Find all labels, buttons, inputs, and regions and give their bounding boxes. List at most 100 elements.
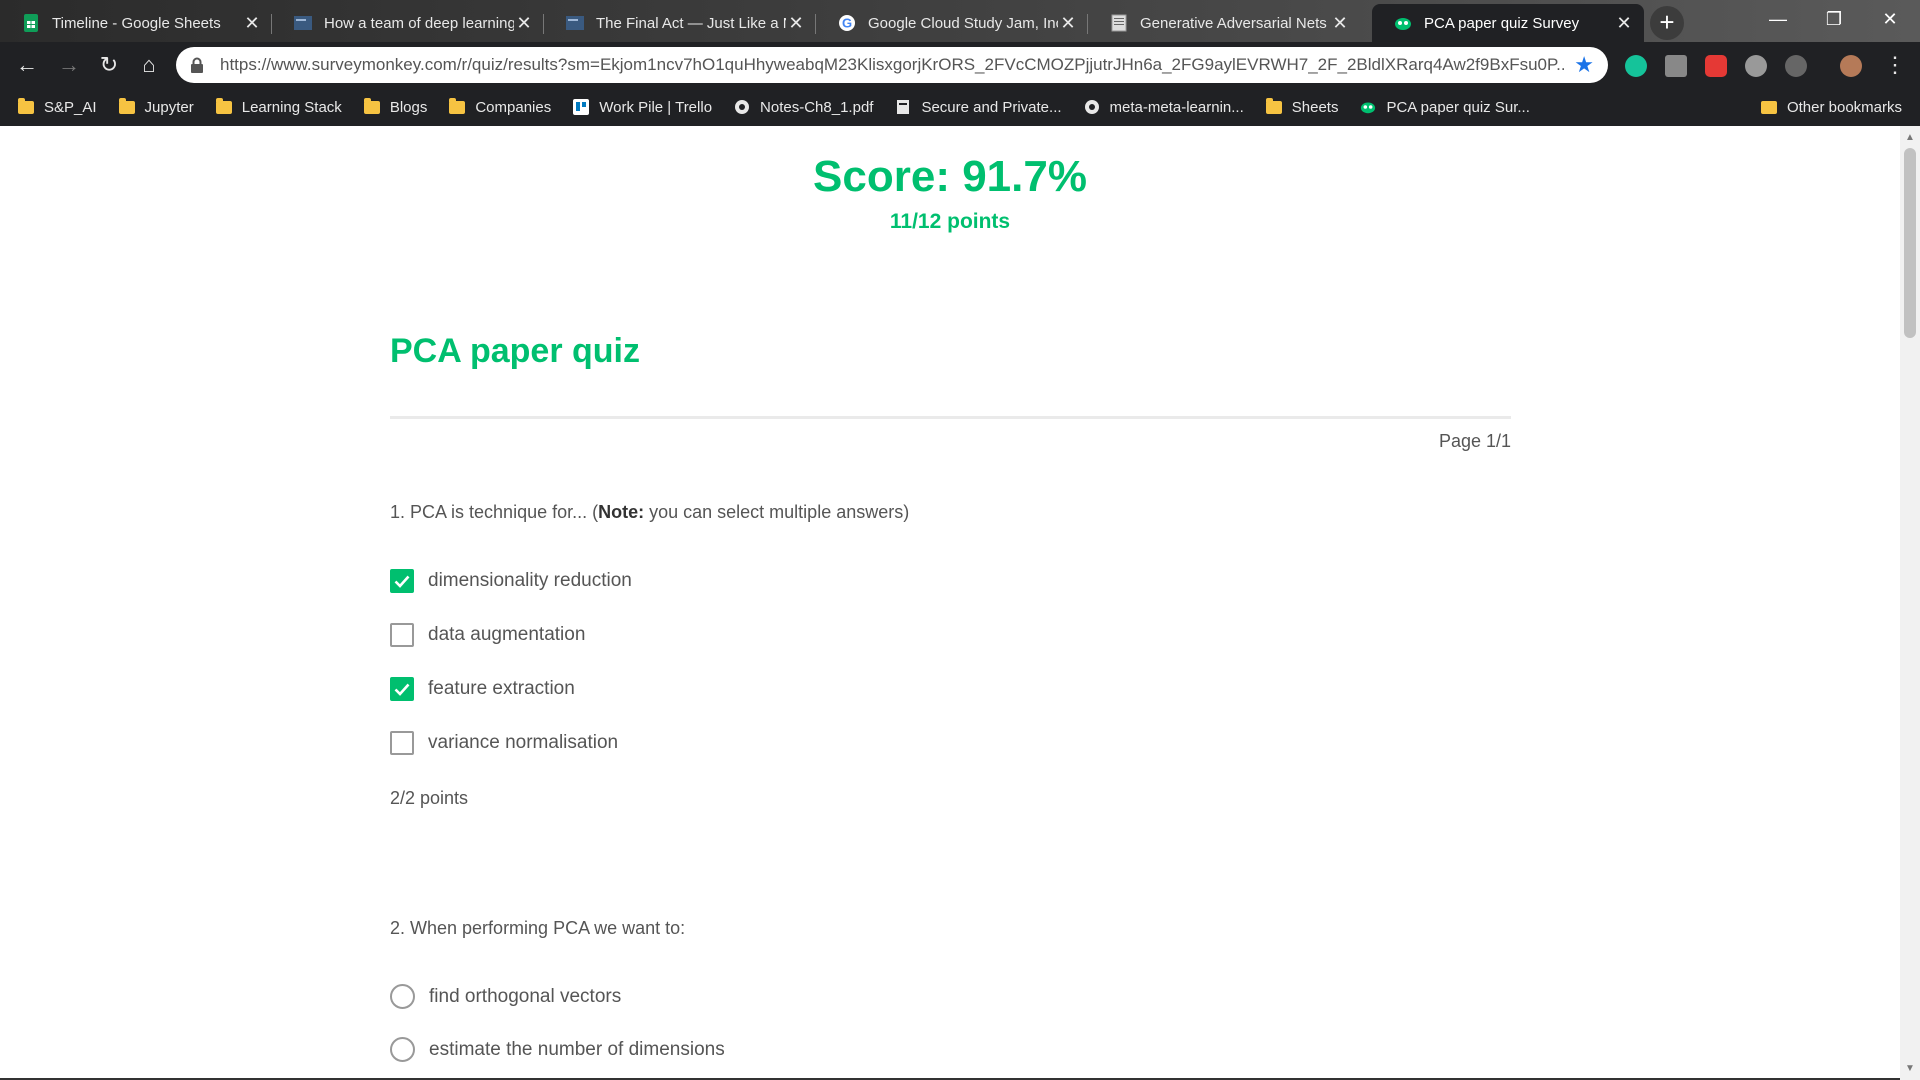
bookmark-label: Other bookmarks: [1786, 98, 1902, 116]
question-text: you can select multiple answers): [644, 502, 910, 522]
q1-option-feature-extraction[interactable]: feature extraction: [390, 677, 575, 701]
svg-text:G: G: [842, 16, 852, 31]
grammarly-icon[interactable]: [1625, 55, 1647, 77]
minimize-icon[interactable]: —: [1750, 0, 1806, 38]
q1-option-data-augmentation[interactable]: data augmentation: [390, 623, 585, 647]
close-icon[interactable]: ✕: [786, 13, 806, 33]
page-content: Score: 91.7% 11/12 points PCA paper quiz…: [0, 126, 1900, 1080]
folder-icon: [18, 97, 34, 114]
extension-icon[interactable]: [1745, 55, 1767, 77]
radio-unchecked[interactable]: [390, 1037, 415, 1062]
tab-title: PCA paper quiz Survey: [1424, 14, 1580, 32]
reload-icon[interactable]: ↻: [94, 50, 124, 80]
folder-icon: [1265, 97, 1282, 114]
option-label: estimate the number of dimensions: [429, 1038, 725, 1060]
folder-icon: [449, 97, 466, 114]
bookmark-label: PCA paper quiz Sur...: [1386, 98, 1530, 116]
other-bookmarks[interactable]: Other bookmarks: [1760, 88, 1902, 126]
tab-title: Google Cloud Study Jam, Inc: [868, 14, 1058, 32]
bookmark-secure-private[interactable]: Secure and Private...: [895, 98, 1062, 116]
page-scrollbar[interactable]: ▲ ▼: [1900, 126, 1920, 1080]
q2-option-find-orthogonal-vectors[interactable]: find orthogonal vectors: [390, 984, 621, 1009]
bookmark-sp-ai[interactable]: S&P_AI: [18, 97, 97, 116]
google-icon: G: [838, 14, 856, 32]
home-icon[interactable]: ⌂: [134, 50, 164, 80]
article-thumbnail-icon: [294, 14, 312, 32]
close-icon[interactable]: ✕: [1058, 13, 1078, 33]
back-icon[interactable]: ←: [12, 50, 42, 80]
address-bar[interactable]: https://www.surveymonkey.com/r/quiz/resu…: [176, 47, 1608, 83]
tab-deep-learning-article[interactable]: How a team of deep learning ✕: [272, 4, 544, 42]
tab-title: Timeline - Google Sheets: [52, 14, 221, 32]
menu-icon[interactable]: ⋮: [1880, 50, 1910, 80]
option-label: dimensionality reduction: [428, 570, 632, 591]
window-close-icon[interactable]: ✕: [1862, 0, 1918, 38]
bookmark-learning-stack[interactable]: Learning Stack: [215, 97, 342, 116]
total-points: 11/12 points: [889, 210, 1011, 233]
radio-unchecked[interactable]: [390, 984, 415, 1009]
tab-title: How a team of deep learning: [324, 14, 514, 32]
close-icon[interactable]: ✕: [1330, 13, 1350, 33]
bookmark-label: S&P_AI: [44, 98, 97, 116]
bookmark-companies[interactable]: Companies: [449, 97, 552, 116]
bookmark-sheets[interactable]: Sheets: [1265, 97, 1339, 116]
tab-generative-adversarial-nets[interactable]: Generative Adversarial Nets ✕: [1088, 4, 1360, 42]
bookmark-label: Sheets: [1291, 98, 1339, 116]
bookmark-jupyter[interactable]: Jupyter: [118, 97, 194, 116]
new-tab-button[interactable]: +: [1650, 6, 1684, 40]
q2-option-estimate-dimensions[interactable]: estimate the number of dimensions: [390, 1037, 725, 1062]
surveymonkey-icon: [1360, 99, 1376, 115]
checkbox-checked[interactable]: [390, 569, 414, 593]
bookmarks-bar: S&P_AI Jupyter Learning Stack Blogs Comp…: [0, 88, 1920, 126]
tab-pca-quiz-survey[interactable]: PCA paper quiz Survey ✕: [1372, 4, 1644, 42]
surveymonkey-icon: [1394, 14, 1412, 32]
tab-google-sheets[interactable]: Timeline - Google Sheets ✕: [0, 4, 272, 42]
extension-icon[interactable]: [1665, 55, 1687, 77]
bookmark-meta-learning[interactable]: meta-meta-learnin...: [1084, 99, 1244, 116]
option-label: variance normalisation: [428, 732, 619, 753]
scroll-up-icon[interactable]: ▲: [1905, 132, 1915, 143]
scrollbar-thumb[interactable]: [1904, 148, 1916, 338]
checkbox-unchecked[interactable]: [390, 731, 414, 755]
video-extension-icon[interactable]: [1705, 55, 1727, 77]
folder-icon: [118, 97, 135, 114]
bookmark-trello[interactable]: Work Pile | Trello: [573, 99, 712, 116]
close-icon[interactable]: ✕: [1614, 13, 1634, 33]
globe-icon: [1084, 99, 1100, 115]
bookmark-label: Jupyter: [144, 98, 194, 116]
bookmark-label: Notes-Ch8_1.pdf: [760, 98, 874, 116]
page-indicator: Page 1/1: [1438, 431, 1511, 451]
tab-google-cloud-study-jam[interactable]: G Google Cloud Study Jam, Inc ✕: [816, 4, 1088, 42]
bookmark-star-icon[interactable]: ★: [1574, 52, 1594, 78]
close-icon[interactable]: ✕: [514, 13, 534, 33]
article-thumbnail-icon: [566, 14, 584, 32]
globe-icon: [734, 99, 750, 115]
google-sheets-icon: [22, 14, 40, 32]
tab-title: Generative Adversarial Nets: [1140, 14, 1327, 32]
checkbox-checked[interactable]: [390, 677, 414, 701]
bookmark-label: Learning Stack: [241, 98, 342, 116]
bookmark-pca-quiz[interactable]: PCA paper quiz Sur...: [1360, 98, 1530, 116]
q1-option-dimensionality-reduction[interactable]: dimensionality reduction: [390, 569, 632, 593]
restore-icon[interactable]: ❐: [1806, 0, 1862, 38]
tab-final-act-article[interactable]: The Final Act — Just Like a N ✕: [544, 4, 816, 42]
q1-option-variance-normalisation[interactable]: variance normalisation: [390, 731, 618, 755]
pdf-page-icon: [1110, 14, 1128, 32]
folder-icon: [1760, 100, 1777, 114]
bookmark-blogs[interactable]: Blogs: [363, 97, 427, 116]
option-label: find orthogonal vectors: [429, 985, 622, 1007]
forward-icon[interactable]: →: [54, 50, 84, 80]
lightbulb-icon[interactable]: [1785, 55, 1807, 77]
question-text: 1. PCA is technique for... (: [390, 502, 599, 522]
checkmark-icon: [394, 683, 410, 696]
bookmark-notes-pdf[interactable]: Notes-Ch8_1.pdf: [734, 99, 873, 116]
avatar[interactable]: [1840, 55, 1862, 77]
bookmark-label: Secure and Private...: [921, 98, 1062, 116]
close-icon[interactable]: ✕: [242, 13, 262, 33]
checkbox-unchecked[interactable]: [390, 623, 414, 647]
bookmark-page-icon: [895, 99, 911, 115]
bookmark-label: meta-meta-learnin...: [1109, 98, 1244, 116]
bookmark-label: Companies: [475, 98, 552, 116]
scroll-down-icon[interactable]: ▼: [1905, 1063, 1915, 1074]
tab-title: The Final Act — Just Like a N: [596, 14, 786, 32]
